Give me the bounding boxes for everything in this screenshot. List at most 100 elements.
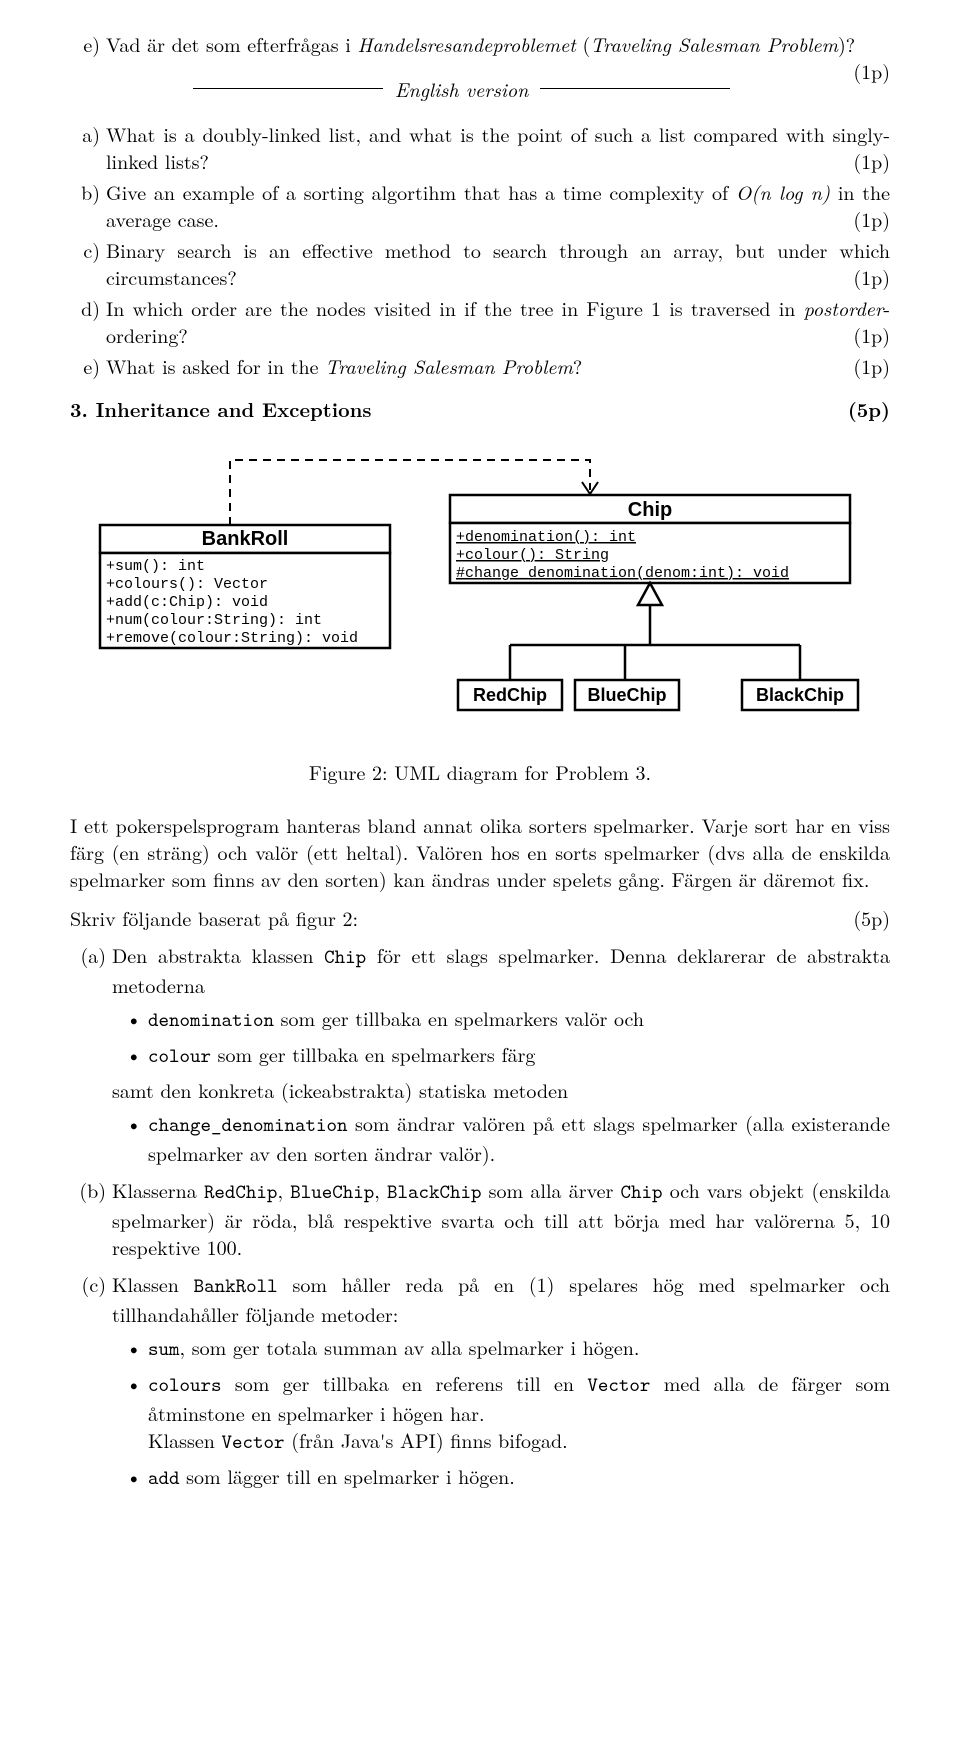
label-b: b) xyxy=(70,178,100,205)
uml-redchip: RedChip xyxy=(473,685,547,705)
code: sum xyxy=(148,1336,180,1362)
math-o: O xyxy=(736,177,751,206)
points: (1p) xyxy=(853,147,890,174)
label-a: (a) xyxy=(70,941,106,968)
figure-caption: Figure 2: UML diagram for Problem 3. xyxy=(70,758,890,785)
postorder: postorder xyxy=(804,293,884,322)
english-version-label: English version xyxy=(395,75,528,102)
question-list: a) What is a doubly-linked list, and wha… xyxy=(106,120,890,379)
op: #change_denomination(denom:int): void xyxy=(456,565,789,582)
rule-left xyxy=(193,88,383,89)
label-c: (c) xyxy=(70,1270,106,1297)
label-a: a) xyxy=(70,120,100,147)
text: (från Java's API) finns bifogad. xyxy=(285,1425,568,1454)
bullet: colours som ger tillbaka en referens til… xyxy=(148,1369,890,1456)
code: BlackChip xyxy=(387,1179,482,1205)
text: som alla ärver xyxy=(481,1175,620,1204)
sub-a: (a) Den abstrakta klassen Chip för ett s… xyxy=(112,941,890,1166)
uml-chip: Chip +denomination(): int +colour(): Str… xyxy=(450,495,850,583)
uml-blackchip: BlackChip xyxy=(756,685,844,705)
op: +num(colour:String): int xyxy=(106,612,322,629)
text: som lägger till en spelmarker i högen. xyxy=(180,1461,515,1490)
text: , xyxy=(374,1175,387,1204)
sub-list: (a) Den abstrakta klassen Chip för ett s… xyxy=(112,941,890,1492)
text: In which order are the nodes visited in … xyxy=(106,293,804,322)
question-b: b) Give an example of a sorting algortih… xyxy=(106,178,890,232)
paragraph-intro: I ett pokerspelsprogram hanteras bland a… xyxy=(70,811,890,892)
points: (1p) xyxy=(853,205,890,232)
op: +denomination(): int xyxy=(456,529,636,546)
code: change_denomination xyxy=(148,1112,348,1138)
bullet: denomination som ger tillbaka en spelmar… xyxy=(148,1004,890,1034)
text: )? xyxy=(838,29,855,58)
code: Chip xyxy=(324,944,366,970)
text-italic: Traveling Salesman Problem xyxy=(590,29,838,58)
text: som ger tillbaka en spelmarkers valör oc… xyxy=(274,1003,644,1032)
points: (1p) xyxy=(853,263,890,290)
english-version-divider: English version xyxy=(70,75,853,102)
bullet: sum, som ger totala summan av alla spelm… xyxy=(148,1333,890,1363)
label-e: e) xyxy=(70,352,100,379)
math-nlogn: (n log n) xyxy=(751,177,830,206)
text: som ger tillbaka en spelmarkers färg xyxy=(211,1039,535,1068)
text: Skriv följande baserat på figur 2: xyxy=(70,904,358,931)
bullet: change_denomination som ändrar valören p… xyxy=(148,1109,890,1166)
text: Klassen xyxy=(112,1269,194,1298)
question-e: e) What is asked for in the Traveling Sa… xyxy=(106,352,890,379)
bullet: add som lägger till en spelmarker i höge… xyxy=(148,1462,890,1492)
text: som ger tillbaka en referens till en xyxy=(222,1368,588,1397)
page: e) Vad är det som efterfrågas i Handelsr… xyxy=(0,0,960,1542)
text: ( xyxy=(576,29,590,58)
points: (1p) xyxy=(853,57,890,84)
bullet: colour som ger tillbaka en spelmarkers f… xyxy=(148,1040,890,1070)
code: Vector xyxy=(587,1372,650,1398)
points: (1p) xyxy=(853,352,890,379)
text: , som ger totala summan av alla spelmark… xyxy=(180,1332,640,1361)
text: Give an example of a sorting algortihm t… xyxy=(106,177,736,206)
text-italic: Handelsresandeproblemet xyxy=(357,29,575,58)
code: BlueChip xyxy=(290,1179,374,1205)
label-b: (b) xyxy=(70,1176,106,1203)
uml-bluechip: BlueChip xyxy=(588,685,667,705)
text: , xyxy=(277,1175,290,1204)
question-a: a) What is a doubly-linked list, and wha… xyxy=(106,120,890,174)
section-heading: 3. Inheritance and Exceptions (5p) xyxy=(70,395,890,422)
section-number: 3. xyxy=(70,394,88,423)
text: ? xyxy=(573,351,582,380)
paragraph-write: Skriv följande baserat på figur 2: (5p) xyxy=(70,904,890,931)
label-d: d) xyxy=(70,294,100,321)
sub-b: (b) Klasserna RedChip, BlueChip, BlackCh… xyxy=(112,1176,890,1260)
sub-c: (c) Klassen BankRoll som håller reda på … xyxy=(112,1270,890,1492)
tsp: Traveling Salesman Problem xyxy=(325,351,573,380)
section-points: (5p) xyxy=(848,395,890,422)
text: samt den konkreta (ickeabstrakta) statis… xyxy=(112,1076,890,1103)
points: (5p) xyxy=(853,904,890,931)
text: Den abstrakta klassen xyxy=(112,940,324,969)
op: +sum(): int xyxy=(106,558,205,575)
question-c: c) Binary search is an effective method … xyxy=(106,236,890,290)
op: +remove(colour:String): void xyxy=(106,630,358,647)
label-c: c) xyxy=(70,236,100,263)
section-title: Inheritance and Exceptions xyxy=(96,394,372,423)
uml-bankroll: BankRoll +sum(): int +colours(): Vector … xyxy=(100,525,390,648)
label-e: e) xyxy=(70,30,100,57)
rule-right xyxy=(540,88,730,89)
uml-chip-title: Chip xyxy=(628,499,672,521)
question-e-top: e) Vad är det som efterfrågas i Handelsr… xyxy=(106,30,890,57)
uml-bankroll-title: BankRoll xyxy=(202,528,289,550)
code: add xyxy=(148,1465,180,1491)
code: RedChip xyxy=(204,1179,278,1205)
op: +colours(): Vector xyxy=(106,576,268,593)
code: Vector xyxy=(222,1429,285,1455)
uml-diagram: BankRoll +sum(): int +colours(): Vector … xyxy=(70,440,890,740)
text: Klasserna xyxy=(112,1175,204,1204)
op: +add(c:Chip): void xyxy=(106,594,268,611)
code: Chip xyxy=(621,1179,663,1205)
text: Binary search is an effective method to … xyxy=(106,235,890,291)
text: Klassen xyxy=(148,1425,222,1454)
code: colours xyxy=(148,1372,222,1398)
points: (1p) xyxy=(853,321,890,348)
text: Vad är det som efterfrågas i xyxy=(106,29,357,58)
code: BankRoll xyxy=(194,1273,278,1299)
code: colour xyxy=(148,1043,211,1069)
